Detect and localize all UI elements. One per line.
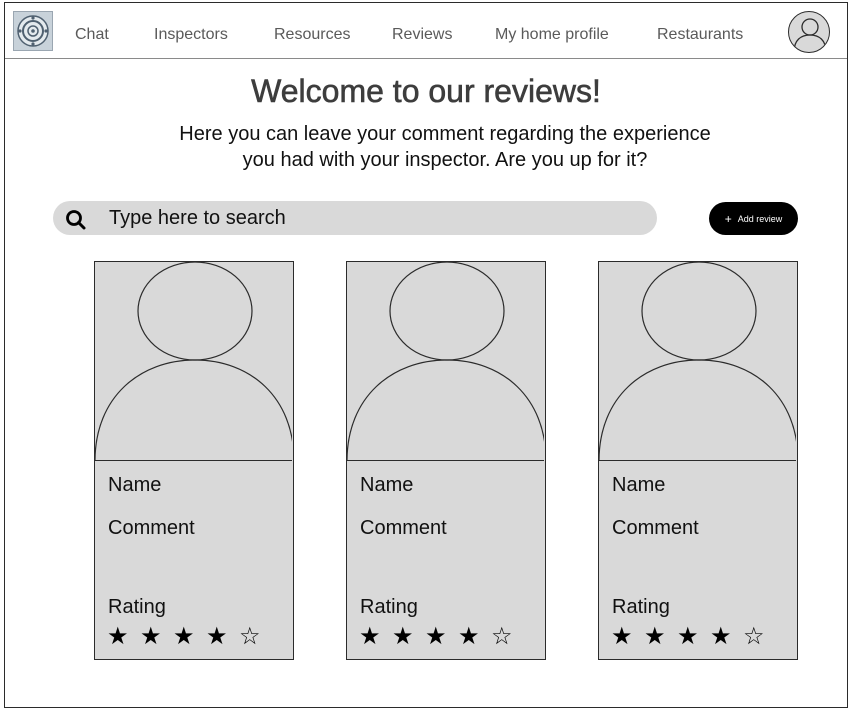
review-rating-label: Rating (360, 596, 418, 618)
inspector-photo-placeholder (95, 262, 292, 461)
star-filled-icon[interactable]: ★ (140, 624, 173, 650)
review-rating-label: Rating (612, 596, 670, 618)
nav-item-inspectors[interactable]: Inspectors (154, 26, 228, 44)
star-rating[interactable]: ★ ★ ★ ★ ☆ (611, 624, 776, 650)
person-placeholder-icon (347, 262, 544, 460)
review-card[interactable]: Name Comment Rating ★ ★ ★ ★ ☆ (346, 261, 546, 660)
review-card[interactable]: Name Comment Rating ★ ★ ★ ★ ☆ (94, 261, 294, 660)
star-filled-icon[interactable]: ★ (425, 624, 458, 650)
review-name: Name (360, 474, 414, 496)
subtitle-line-2: you had with your inspector. Are you up … (242, 149, 648, 171)
search-icon[interactable] (65, 209, 87, 231)
star-filled-icon[interactable]: ★ (710, 624, 743, 650)
review-comment: Comment (360, 517, 447, 539)
add-review-button[interactable]: + Add review (709, 202, 798, 235)
star-empty-icon[interactable]: ☆ (239, 624, 272, 650)
nav-item-my-home-profile[interactable]: My home profile (495, 26, 609, 44)
review-name: Name (612, 474, 666, 496)
compass-logo-icon[interactable] (13, 11, 53, 51)
nav-item-resources[interactable]: Resources (274, 26, 350, 44)
star-filled-icon[interactable]: ★ (206, 624, 239, 650)
person-placeholder-icon (95, 262, 292, 460)
nav-item-chat[interactable]: Chat (75, 26, 109, 44)
star-rating[interactable]: ★ ★ ★ ★ ☆ (359, 624, 524, 650)
star-filled-icon[interactable]: ★ (359, 624, 392, 650)
star-filled-icon[interactable]: ★ (611, 624, 644, 650)
star-empty-icon[interactable]: ☆ (743, 624, 776, 650)
review-comment: Comment (108, 517, 195, 539)
review-rating-label: Rating (108, 596, 166, 618)
page-title: Welcome to our reviews! (251, 73, 601, 110)
star-filled-icon[interactable]: ★ (458, 624, 491, 650)
review-comment: Comment (612, 517, 699, 539)
star-filled-icon[interactable]: ★ (392, 624, 425, 650)
star-rating[interactable]: ★ ★ ★ ★ ☆ (107, 624, 272, 650)
star-empty-icon[interactable]: ☆ (491, 624, 524, 650)
inspector-photo-placeholder (599, 262, 796, 461)
add-review-label: Add review (737, 213, 783, 224)
subtitle-line-1: Here you can leave your comment regardin… (179, 123, 711, 145)
nav-item-restaurants[interactable]: Restaurants (657, 26, 743, 44)
inspector-photo-placeholder (347, 262, 544, 461)
star-filled-icon[interactable]: ★ (173, 624, 206, 650)
star-filled-icon[interactable]: ★ (644, 624, 677, 650)
review-card[interactable]: Name Comment Rating ★ ★ ★ ★ ☆ (598, 261, 798, 660)
plus-icon: + (724, 211, 732, 226)
nav-item-reviews[interactable]: Reviews (392, 26, 452, 44)
search-bar[interactable] (53, 201, 657, 235)
review-name: Name (108, 474, 162, 496)
top-navbar: Chat Inspectors Resources Reviews My hom… (5, 3, 847, 59)
star-filled-icon[interactable]: ★ (107, 624, 140, 650)
app-frame: Chat Inspectors Resources Reviews My hom… (4, 2, 848, 708)
person-placeholder-icon (599, 262, 796, 460)
user-avatar-icon[interactable] (788, 11, 830, 53)
page-subtitle: Here you can leave your comment regardin… (105, 121, 785, 173)
star-filled-icon[interactable]: ★ (677, 624, 710, 650)
search-input[interactable] (109, 201, 629, 235)
